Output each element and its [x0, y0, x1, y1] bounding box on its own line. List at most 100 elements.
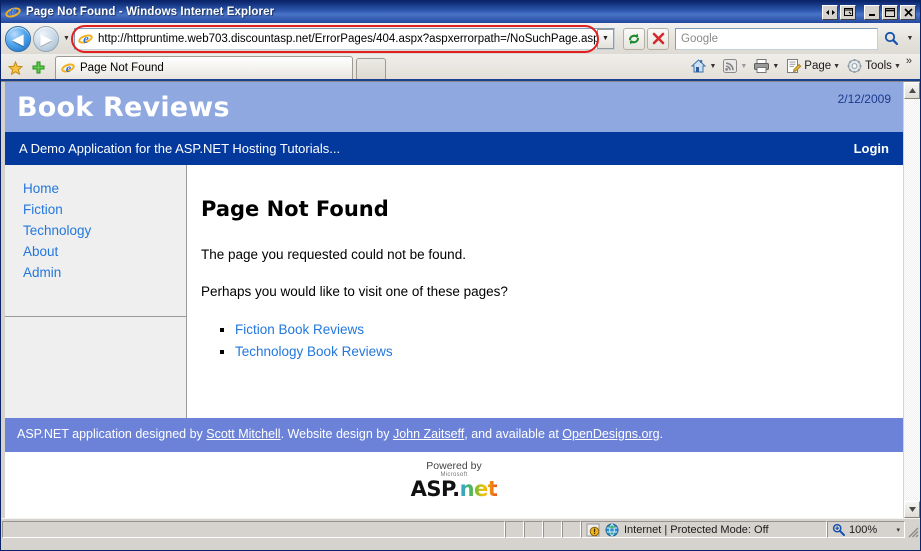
- forward-button[interactable]: ▶: [33, 26, 59, 52]
- suggested-pages-list: Fiction Book Reviews Technology Book Rev…: [201, 321, 903, 361]
- powered-by-label: Powered by: [5, 461, 903, 472]
- resize-grip[interactable]: [905, 521, 919, 538]
- aspnet-asp-text: ASP: [411, 477, 452, 501]
- tab-page-not-found[interactable]: e Page Not Found: [55, 56, 353, 79]
- search-chevron-down-icon[interactable]: ▼: [904, 28, 916, 50]
- footer-text-part-3: , and available at: [464, 427, 562, 441]
- print-button[interactable]: ▼: [750, 55, 782, 77]
- minimize-icon[interactable]: [864, 5, 880, 20]
- move-icon[interactable]: [822, 5, 838, 20]
- window-title: Page Not Found - Windows Internet Explor…: [26, 6, 274, 18]
- site-tagline: A Demo Application for the ASP.NET Hosti…: [19, 141, 340, 156]
- title-bar: e Page Not Found - Windows Internet Expl…: [1, 1, 920, 23]
- zoom-control[interactable]: 100% ▾: [827, 521, 905, 538]
- page-menu-label: Page: [804, 60, 831, 72]
- site-footer: ASP.NET application designed by Scott Mi…: [5, 418, 903, 452]
- print-chevron-down-icon[interactable]: ▼: [772, 63, 779, 70]
- search-icon[interactable]: [880, 28, 902, 50]
- sidebar-item-fiction[interactable]: Fiction: [23, 199, 186, 220]
- page-viewport: Book Reviews 2/12/2009 A Demo Applicatio…: [1, 81, 920, 518]
- internet-zone-icon: [605, 523, 619, 537]
- footer-text-part-1: ASP.NET application designed by: [17, 427, 206, 441]
- sidebar: Home Fiction Technology About Admin: [5, 165, 187, 418]
- status-pane-1: [505, 521, 524, 538]
- sidebar-item-home[interactable]: Home: [23, 178, 186, 199]
- sidebar-item-about[interactable]: About: [23, 241, 186, 262]
- web-page: Book Reviews 2/12/2009 A Demo Applicatio…: [1, 82, 903, 518]
- site-header: Book Reviews 2/12/2009: [5, 82, 903, 132]
- tab-favicon-icon: e: [61, 61, 76, 76]
- sidebar-filler: [5, 317, 186, 418]
- site-subheader: A Demo Application for the ASP.NET Hosti…: [5, 132, 903, 165]
- list-item: Technology Book Reviews: [235, 343, 903, 361]
- zoom-chevron-down-icon[interactable]: ▾: [896, 526, 900, 534]
- address-url-text: http://httpruntime.web703.discountasp.ne…: [98, 33, 597, 45]
- feeds-button[interactable]: ▼: [719, 55, 750, 77]
- sidebar-nav: Home Fiction Technology About Admin: [5, 165, 186, 293]
- internet-explorer-icon: e: [5, 4, 21, 20]
- star-icon[interactable]: [5, 57, 25, 79]
- content-paragraph-1: The page you requested could not be foun…: [201, 247, 903, 262]
- browser-window: e Page Not Found - Windows Internet Expl…: [0, 0, 921, 551]
- scroll-up-button[interactable]: [904, 82, 920, 99]
- footer-link-scott-mitchell[interactable]: Scott Mitchell: [206, 427, 280, 441]
- address-bar[interactable]: e http://httpruntime.web703.discountasp.…: [74, 28, 615, 50]
- zoom-level: 100%: [849, 524, 877, 536]
- aspnet-net-text: net: [460, 477, 498, 501]
- status-pane-3: [543, 521, 562, 538]
- content-paragraph-2: Perhaps you would like to visit one of t…: [201, 284, 903, 299]
- close-icon[interactable]: [900, 5, 916, 20]
- address-chevron-down-icon[interactable]: ▼: [597, 29, 614, 49]
- sidebar-divider: [5, 293, 186, 317]
- restore-icon[interactable]: [840, 5, 856, 20]
- recent-pages-chevron-down-icon[interactable]: ▼: [61, 26, 72, 52]
- search-input[interactable]: Google: [675, 28, 878, 50]
- link-technology-book-reviews[interactable]: Technology Book Reviews: [235, 344, 393, 359]
- refresh-button[interactable]: [623, 28, 645, 50]
- status-pane-2: [524, 521, 543, 538]
- security-zone-indicator[interactable]: Internet | Protected Mode: Off: [581, 521, 827, 538]
- page-menu-button[interactable]: Page ▼: [782, 55, 843, 77]
- footer-text-part-2: . Website design by: [281, 427, 393, 441]
- login-link[interactable]: Login: [854, 141, 889, 156]
- tools-menu-button[interactable]: Tools ▼: [843, 55, 904, 77]
- page-chevron-down-icon[interactable]: ▼: [833, 63, 840, 70]
- zoom-icon: [832, 523, 845, 536]
- tab-label: Page Not Found: [80, 62, 164, 74]
- aspnet-dot-text: .: [452, 477, 459, 501]
- command-bar: ▼ ▼ ▼: [687, 55, 916, 79]
- tools-icon: [846, 58, 863, 74]
- feeds-chevron-down-icon[interactable]: ▼: [740, 63, 747, 70]
- security-report-icon: [586, 523, 600, 537]
- zone-text: Internet | Protected Mode: Off: [624, 524, 769, 536]
- feeds-icon: [722, 58, 738, 74]
- status-bar: Internet | Protected Mode: Off 100% ▾: [1, 518, 920, 540]
- link-fiction-book-reviews[interactable]: Fiction Book Reviews: [235, 322, 364, 337]
- home-button[interactable]: ▼: [687, 55, 719, 77]
- scroll-down-button[interactable]: [904, 501, 920, 518]
- page-icon: [785, 58, 802, 74]
- navigation-toolbar: ◀ ▶ ▼ e http://httpruntime.web703.discou…: [1, 23, 920, 54]
- print-icon: [753, 58, 770, 74]
- vertical-scrollbar[interactable]: [903, 82, 920, 518]
- aspnet-wordmark: ASP.net: [5, 479, 903, 500]
- overflow-chevron-icon[interactable]: »: [904, 55, 916, 71]
- sidebar-item-technology[interactable]: Technology: [23, 220, 186, 241]
- new-tab-button[interactable]: [356, 58, 386, 79]
- tab-bar: e Page Not Found ▼ ▼: [1, 54, 920, 81]
- sidebar-item-admin[interactable]: Admin: [23, 262, 186, 283]
- page-title: Book Reviews: [17, 92, 230, 123]
- add-to-favorites-icon[interactable]: [28, 57, 48, 79]
- maximize-icon[interactable]: [882, 5, 898, 20]
- back-button[interactable]: ◀: [5, 26, 31, 52]
- content-heading: Page Not Found: [201, 197, 903, 221]
- scrollbar-track[interactable]: [904, 99, 920, 501]
- tools-chevron-down-icon[interactable]: ▼: [894, 63, 901, 70]
- footer-text-part-4: .: [660, 427, 663, 441]
- main-content: Page Not Found The page you requested co…: [187, 165, 903, 418]
- footer-link-opendesigns[interactable]: OpenDesigns.org: [562, 427, 659, 441]
- home-chevron-down-icon[interactable]: ▼: [709, 63, 716, 70]
- stop-button[interactable]: [647, 28, 669, 50]
- footer-link-john-zaitseff[interactable]: John Zaitseff: [393, 427, 464, 441]
- back-arrow-icon: ◀: [13, 32, 24, 46]
